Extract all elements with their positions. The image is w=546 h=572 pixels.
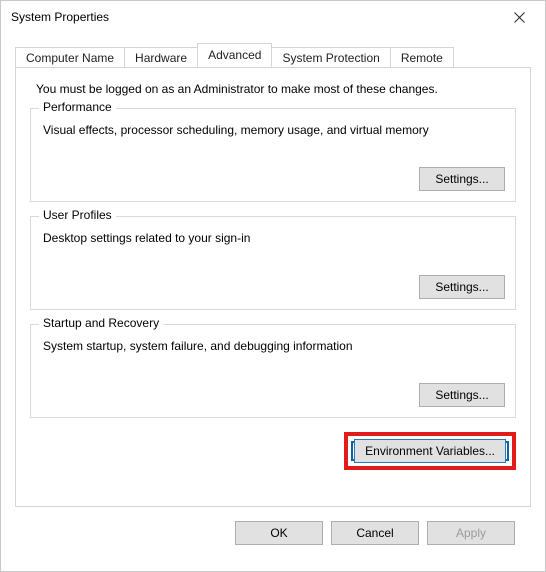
- tab-advanced[interactable]: Advanced: [197, 43, 272, 67]
- window-title: System Properties: [11, 10, 109, 24]
- tab-panel-advanced: You must be logged on as an Administrato…: [15, 67, 531, 507]
- tab-hardware[interactable]: Hardware: [124, 47, 198, 68]
- group-performance: Performance Visual effects, processor sc…: [30, 108, 516, 202]
- dialog-content: Computer Name Hardware Advanced System P…: [1, 33, 545, 545]
- tab-system-protection[interactable]: System Protection: [271, 47, 390, 68]
- group-user-profiles: User Profiles Desktop settings related t…: [30, 216, 516, 310]
- titlebar: System Properties: [1, 1, 545, 33]
- close-button[interactable]: [499, 3, 539, 31]
- dialog-footer: OK Cancel Apply: [15, 507, 531, 545]
- cancel-button[interactable]: Cancel: [331, 521, 419, 545]
- close-icon: [514, 12, 525, 23]
- environment-variables-button[interactable]: Environment Variables...: [354, 439, 506, 463]
- tab-remote[interactable]: Remote: [390, 47, 454, 68]
- apply-button[interactable]: Apply: [427, 521, 515, 545]
- group-user-profiles-desc: Desktop settings related to your sign-in: [43, 231, 505, 245]
- group-performance-title: Performance: [39, 100, 116, 114]
- startup-recovery-settings-button[interactable]: Settings...: [419, 383, 505, 407]
- group-startup-recovery-title: Startup and Recovery: [39, 316, 163, 330]
- admin-warning-text: You must be logged on as an Administrato…: [36, 82, 516, 96]
- group-user-profiles-title: User Profiles: [39, 208, 116, 222]
- group-performance-desc: Visual effects, processor scheduling, me…: [43, 123, 505, 137]
- group-startup-recovery: Startup and Recovery System startup, sys…: [30, 324, 516, 418]
- ok-button[interactable]: OK: [235, 521, 323, 545]
- user-profiles-settings-button[interactable]: Settings...: [419, 275, 505, 299]
- tab-strip: Computer Name Hardware Advanced System P…: [15, 43, 531, 67]
- group-startup-recovery-desc: System startup, system failure, and debu…: [43, 339, 505, 353]
- tab-computer-name[interactable]: Computer Name: [15, 47, 125, 68]
- performance-settings-button[interactable]: Settings...: [419, 167, 505, 191]
- environment-variables-highlight: Environment Variables...: [344, 432, 516, 470]
